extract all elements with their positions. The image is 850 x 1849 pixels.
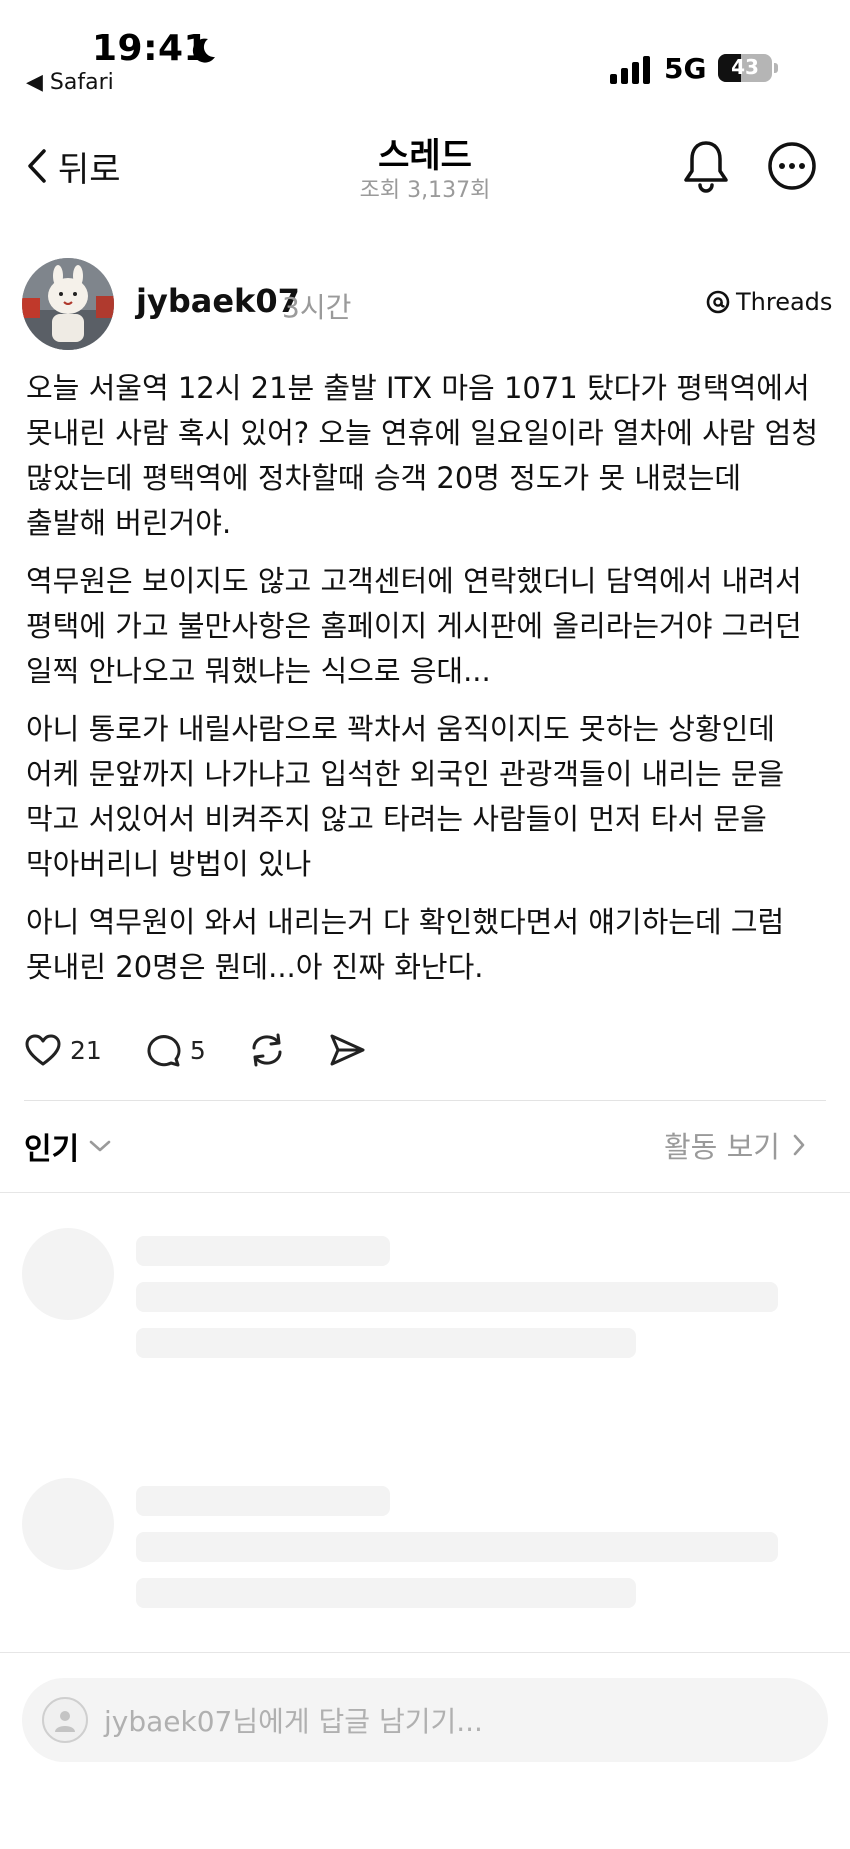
threads-badge[interactable]: Threads (706, 288, 832, 316)
comment-icon (147, 1035, 181, 1067)
threads-badge-label: Threads (736, 288, 833, 316)
post-username[interactable]: jybaek07 (136, 282, 300, 320)
skeleton-line (136, 1486, 390, 1516)
skeleton-avatar (22, 1228, 114, 1320)
bell-icon[interactable] (680, 138, 732, 194)
skeleton-line (136, 1532, 778, 1562)
battery-tip (774, 63, 778, 73)
post-time: 3시간 (282, 291, 352, 324)
comment-button[interactable]: 5 (144, 1032, 206, 1068)
page-title: 스레드 (378, 136, 472, 176)
battery-body: 43 (718, 54, 772, 82)
post-paragraph: 역무원은 보이지도 않고 고객센터에 연락했더니 담역에서 내려서 평택에 가고… (26, 564, 802, 688)
chevron-left-icon (28, 149, 46, 183)
repost-icon (252, 1033, 282, 1067)
chevron-right-icon (793, 1134, 805, 1156)
skeleton-line (136, 1236, 390, 1266)
activity-label: 활동 보기 (664, 1130, 780, 1164)
share-button[interactable] (328, 1032, 366, 1068)
composer-avatar (42, 1697, 88, 1743)
chevron-down-icon (89, 1140, 111, 1152)
battery-level: 43 (731, 55, 759, 79)
post-paragraph: 아니 통로가 내릴사람으로 꽉차서 움직이지도 못하는 상황인데 어케 문앞까지… (26, 712, 785, 881)
battery-indicator: 43 (718, 54, 778, 82)
signal-icon (610, 56, 650, 84)
skeleton-line (136, 1578, 636, 1608)
section-divider (0, 1192, 850, 1193)
skeleton-line (136, 1282, 778, 1312)
comment-count: 5 (189, 1035, 206, 1065)
view-activity-link[interactable]: 활동 보기 (664, 1124, 806, 1166)
like-count: 21 (70, 1035, 102, 1065)
post-actions: 21 5 (24, 1026, 408, 1074)
threads-logo-icon (706, 290, 730, 314)
moon-icon (192, 38, 215, 63)
divider (24, 1100, 826, 1101)
avatar[interactable] (22, 258, 114, 350)
network-type: 5G (664, 52, 707, 85)
view-count: 조회 3,137회 (359, 178, 491, 203)
back-button[interactable]: 뒤로 (26, 140, 121, 192)
skeleton-line (136, 1328, 636, 1358)
back-label: 뒤로 (58, 149, 121, 190)
user-icon (55, 1711, 75, 1732)
post-paragraph: 아니 역무원이 와서 내리는거 다 확인했다면서 얘기하는데 그럼 못내린 20… (26, 905, 785, 984)
skeleton-avatar (22, 1478, 114, 1570)
back-to-safari[interactable]: ◀ Safari (26, 70, 114, 95)
send-icon (330, 1034, 365, 1066)
more-icon[interactable] (766, 140, 818, 192)
sort-label: 인기 (24, 1132, 80, 1167)
post-paragraph: 오늘 서울역 12시 21분 출발 ITX 마음 1071 탔다가 평택역에서 … (26, 371, 819, 540)
avatar-image (22, 258, 114, 350)
like-button[interactable]: 21 (24, 1033, 102, 1067)
sort-dropdown[interactable]: 인기 (24, 1124, 111, 1168)
composer-divider (0, 1652, 850, 1653)
reply-placeholder: jybaek07님에게 답글 남기기... (104, 1705, 483, 1738)
repost-button[interactable] (248, 1032, 286, 1068)
reply-input[interactable]: jybaek07님에게 답글 남기기... (22, 1678, 828, 1762)
heart-icon (25, 1034, 61, 1066)
post-body: 오늘 서울역 12시 21분 출발 ITX 마음 1071 탔다가 평택역에서 … (26, 366, 826, 1003)
